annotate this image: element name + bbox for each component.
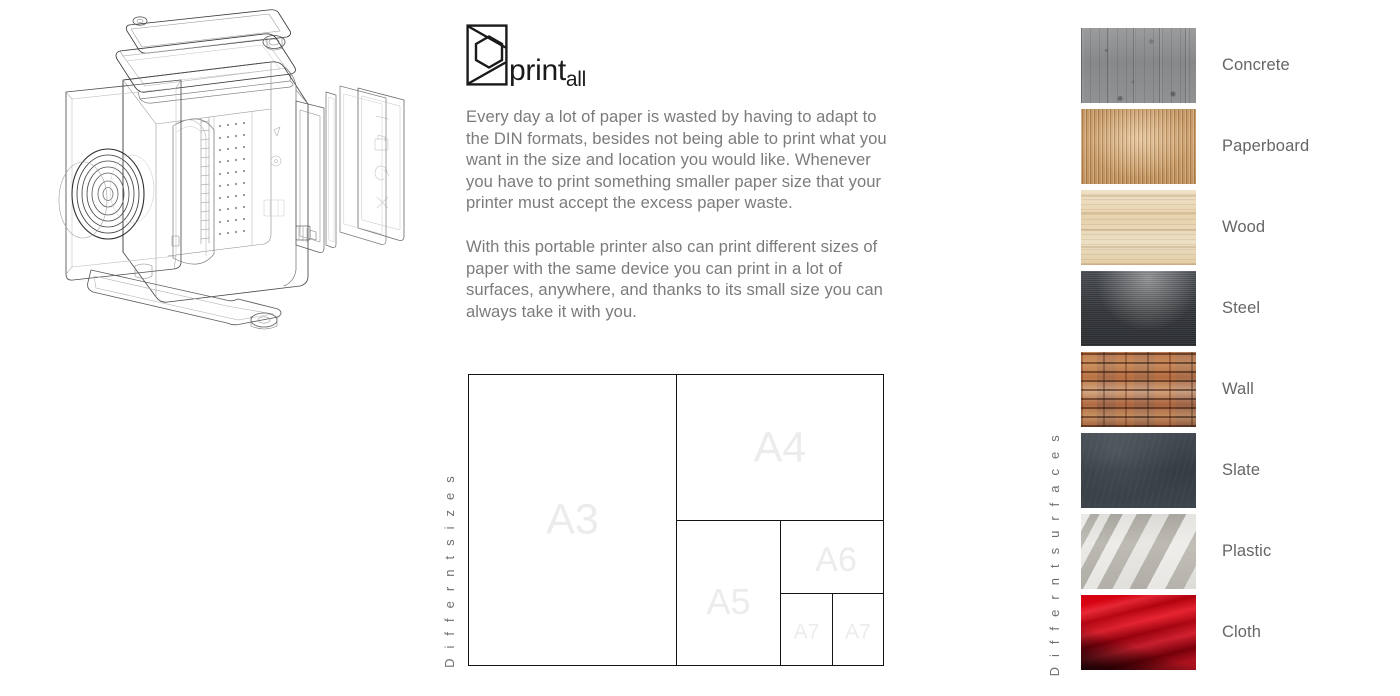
surface-row[interactable]: Concrete bbox=[1081, 28, 1380, 103]
paper-cell-a4[interactable]: A4 bbox=[677, 375, 883, 521]
vent-dot-grid bbox=[218, 121, 246, 236]
surface-row[interactable]: Slate bbox=[1081, 433, 1380, 508]
paper-label-a6: A6 bbox=[815, 540, 857, 579]
paper-cell-a6[interactable]: A6 bbox=[781, 521, 883, 594]
printer-base-rail bbox=[87, 263, 282, 330]
printer-front-panel bbox=[58, 79, 182, 281]
surface-name: Steel bbox=[1222, 299, 1261, 317]
paper-label-a7-right: A7 bbox=[845, 620, 871, 644]
surface-swatch-concrete bbox=[1081, 28, 1196, 103]
paper-a7-row: A7 A7 bbox=[781, 594, 883, 665]
paper-label-a5: A5 bbox=[706, 580, 751, 622]
surfaces-list: Concrete Paperboard Wood Steel Wall Slat… bbox=[1081, 28, 1380, 676]
surface-name: Cloth bbox=[1222, 623, 1262, 641]
printer-paper-tray bbox=[115, 33, 296, 104]
surface-name: Slate bbox=[1222, 461, 1261, 479]
surface-name: Wall bbox=[1222, 380, 1254, 398]
surface-name: Paperboard bbox=[1222, 137, 1310, 155]
surface-swatch-wood bbox=[1081, 190, 1196, 265]
brand-name-sub: all bbox=[565, 68, 586, 91]
paper-sizes-diagram: A3 A4 A5 A6 A7 A7 bbox=[468, 374, 884, 666]
brand-name-main: print bbox=[509, 54, 566, 87]
surface-swatch-cloth bbox=[1081, 595, 1196, 670]
paper-a6-a7-stack: A6 A7 A7 bbox=[781, 521, 883, 665]
paper-label-a4: A4 bbox=[753, 423, 807, 471]
surfaces-block: D i f f e r n t s u r f a c e s Concrete… bbox=[1040, 24, 1380, 676]
surface-swatch-wall bbox=[1081, 352, 1196, 427]
surface-row[interactable]: Wood bbox=[1081, 190, 1380, 265]
surface-row[interactable]: Paperboard bbox=[1081, 109, 1380, 184]
paper-cell-a7-left[interactable]: A7 bbox=[781, 594, 833, 665]
surface-swatch-steel bbox=[1081, 271, 1196, 346]
description-paragraph-two: With this portable printer also can prin… bbox=[466, 236, 883, 321]
description-paragraph-one: Every day a lot of paper is wasted by ha… bbox=[466, 107, 887, 213]
paper-label-a7-left: A7 bbox=[793, 620, 820, 644]
brand-lockup: print all bbox=[466, 14, 894, 91]
printer-lens bbox=[71, 148, 145, 240]
brand-wordmark: print all bbox=[509, 54, 586, 91]
paper-cell-a3[interactable]: A3 bbox=[469, 375, 677, 665]
surface-swatch-paperboard bbox=[1081, 109, 1196, 184]
surface-swatch-plastic bbox=[1081, 514, 1196, 589]
middle-column: print all Every day a lot of paper is wa… bbox=[466, 14, 894, 322]
product-illustration bbox=[28, 4, 448, 344]
printer-top-rail bbox=[125, 9, 291, 54]
printer-screen-layers bbox=[295, 85, 405, 253]
surface-row[interactable]: Plastic bbox=[1081, 514, 1380, 589]
surface-name: Wood bbox=[1222, 218, 1266, 236]
printer-connector bbox=[295, 225, 317, 243]
surface-name: Plastic bbox=[1222, 542, 1272, 560]
printer-icon-top bbox=[377, 134, 386, 142]
sizes-axis-label-text: D i f f e r n t s i z e s bbox=[441, 473, 457, 668]
paper-label-a3: A3 bbox=[546, 495, 599, 544]
printall-hexagon-logo-icon bbox=[466, 24, 508, 86]
paper-cell-a7-right[interactable]: A7 bbox=[833, 594, 883, 665]
sizes-axis-label: D i f f e r n t s i z e s bbox=[436, 372, 462, 668]
exploded-printer-line-drawing bbox=[58, 9, 405, 330]
paper-cell-a5[interactable]: A5 bbox=[677, 521, 781, 665]
surface-row[interactable]: Wall bbox=[1081, 352, 1380, 427]
surface-swatch-slate bbox=[1081, 433, 1196, 508]
paper-sizes-block: D i f f e r n t s i z e s A3 A4 A5 A6 A7… bbox=[436, 372, 888, 668]
surfaces-axis-label: D i f f e r n t s u r f a c e s bbox=[1040, 24, 1068, 676]
paper-lower-stack: A5 A6 A7 A7 bbox=[677, 521, 883, 665]
paper-right-stack: A4 A5 A6 A7 A7 bbox=[677, 375, 883, 665]
surfaces-axis-label-text: D i f f e r n t s u r f a c e s bbox=[1046, 431, 1062, 676]
surface-name: Concrete bbox=[1222, 56, 1290, 74]
surface-row[interactable]: Steel bbox=[1081, 271, 1380, 346]
surface-row[interactable]: Cloth bbox=[1081, 595, 1380, 670]
